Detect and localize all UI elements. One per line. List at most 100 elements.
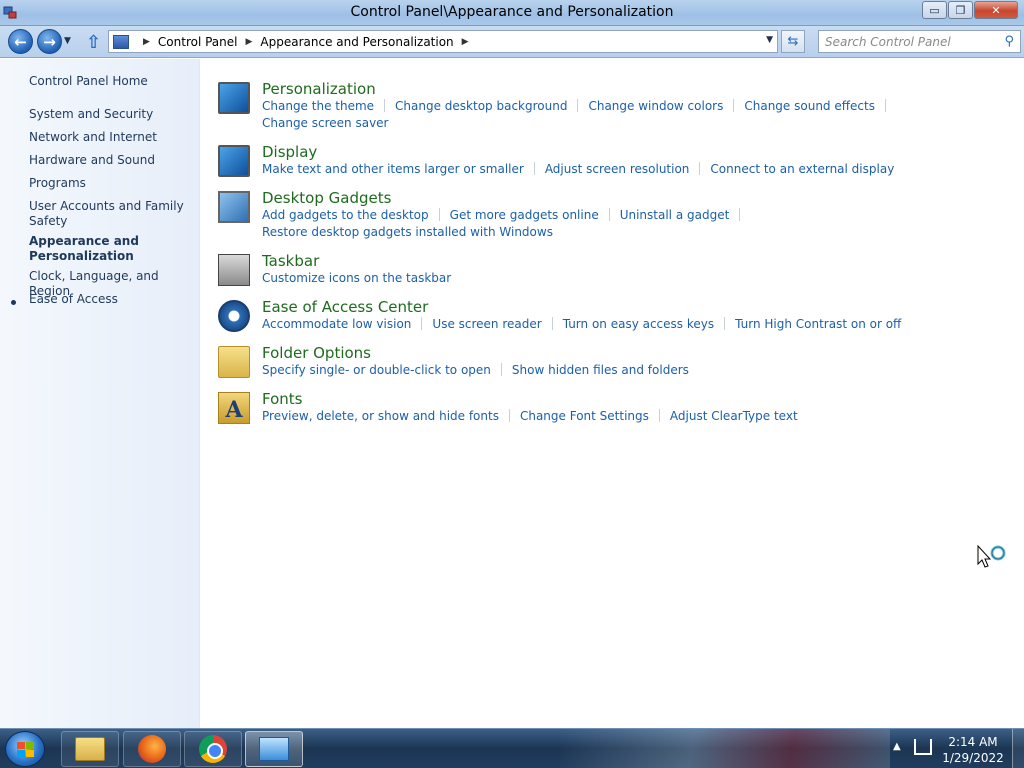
up-button[interactable]: ⇧ [86,32,101,53]
category-title[interactable]: Folder Options [262,344,371,362]
firefox-icon [138,735,166,763]
breadcrumb-appearance-and-personalization[interactable]: Appearance and Personalization [260,35,453,49]
refresh-button[interactable]: ⇆ [781,30,805,53]
breadcrumb-separator[interactable]: ▶ [246,37,253,47]
taskbar-control-panel[interactable] [245,731,303,767]
taskbar-chrome[interactable] [184,731,242,767]
windows-explorer-icon [75,737,105,761]
task-link-change-font-settings[interactable]: Change Font Settings [520,409,649,423]
windows-logo-icon [17,742,34,757]
link-separator [733,99,735,112]
nav-hardware-and-sound[interactable]: Hardware and Sound [29,153,194,168]
task-link-easy-access-keys[interactable]: Turn on easy access keys [563,317,714,331]
current-page-bullet [11,300,16,305]
task-link-text-size[interactable]: Make text and other items larger or smal… [262,162,524,176]
category-title[interactable]: Ease of Access Center [262,298,428,316]
maximize-button[interactable]: ❐ [948,1,973,19]
link-separator [551,317,553,330]
breadcrumb-separator[interactable]: ▶ [462,37,469,47]
close-button[interactable]: ✕ [974,1,1018,19]
show-desktop-button[interactable] [1012,729,1024,768]
task-link-show-hidden-files[interactable]: Show hidden files and folders [512,363,689,377]
task-links: Accommodate low vision Use screen reader T… [262,317,901,334]
nav-programs[interactable]: Programs [29,176,194,191]
link-separator [724,317,726,330]
link-separator [384,99,386,112]
nav-network-and-internet[interactable]: Network and Internet [29,130,194,145]
back-button[interactable]: ← [8,29,33,54]
category-title[interactable]: Personalization [262,80,376,98]
window-controls: ▭ ❐ ✕ [921,1,1018,19]
taskbar-firefox[interactable] [123,731,181,767]
task-link-restore-gadgets[interactable]: Restore desktop gadgets installed with W… [262,225,553,239]
recent-pages-dropdown[interactable]: ▼ [64,36,71,46]
taskbar: ▲ 2:14 AM 1/29/2022 [0,728,1024,768]
category-title[interactable]: Taskbar [262,252,319,270]
link-separator [739,208,741,221]
desktop-wallpaper-peek [560,729,890,768]
link-separator [421,317,423,330]
taskbar-icon[interactable] [218,254,250,286]
task-link-adjust-screen-resolution[interactable]: Adjust screen resolution [545,162,690,176]
task-link-customize-taskbar-icons[interactable]: Customize icons on the taskbar [262,271,451,285]
task-link-change-window-colors[interactable]: Change window colors [588,99,723,113]
nav-system-and-security[interactable]: System and Security [29,107,194,122]
nav-user-accounts-and-family-safety[interactable]: User Accounts and Family Safety [29,199,194,229]
clock-time: 2:14 AM [948,735,998,749]
search-input[interactable] [825,34,995,49]
minimize-button[interactable]: ▭ [922,1,947,19]
task-links: Make text and other items larger or smal… [262,162,894,179]
category-title[interactable]: Desktop Gadgets [262,189,391,207]
task-link-use-screen-reader[interactable]: Use screen reader [432,317,541,331]
link-separator [884,99,886,112]
start-button[interactable] [5,731,45,767]
task-links: Add gadgets to the desktop Get more gadge… [262,208,862,242]
folder-options-icon[interactable] [218,346,250,378]
busy-cursor-icon [977,545,1006,568]
link-separator [508,409,510,422]
address-toolbar: ← → ▼ ⇧ ▶ Control Panel ▶ Appearance and… [0,26,1024,58]
content-pane: Personalization Change the theme Change d… [201,59,1024,728]
network-icon[interactable] [914,739,932,755]
breadcrumb-separator[interactable]: ▶ [143,37,150,47]
task-link-high-contrast[interactable]: Turn High Contrast on or off [735,317,901,331]
system-clock[interactable]: 2:14 AM 1/29/2022 [938,734,1008,766]
display-icon[interactable] [218,145,250,177]
link-separator [658,409,660,422]
task-link-accommodate-low-vision[interactable]: Accommodate low vision [262,317,411,331]
desktop-gadgets-icon[interactable] [218,191,250,223]
category-title[interactable]: Display [262,143,317,161]
link-separator [500,363,502,376]
control-panel-icon [259,737,289,761]
show-hidden-icons-button[interactable]: ▲ [893,741,901,752]
forward-button[interactable]: → [37,29,62,54]
task-link-change-screen-saver[interactable]: Change screen saver [262,116,389,130]
taskbar-windows-explorer[interactable] [61,731,119,767]
control-panel-location-icon [113,34,129,49]
task-link-change-desktop-background[interactable]: Change desktop background [395,99,567,113]
task-links: Change the theme Change desktop backgroun… [262,99,886,133]
ease-of-access-icon[interactable] [218,300,250,332]
address-box[interactable]: ▶ Control Panel ▶ Appearance and Persona… [108,30,778,53]
search-icon[interactable]: ⚲ [1004,34,1014,49]
nav-ease-of-access[interactable]: Ease of Access [29,292,194,307]
category-title[interactable]: Fonts [262,390,302,408]
personalization-icon[interactable] [218,82,250,114]
breadcrumb-control-panel[interactable]: Control Panel [158,35,238,49]
task-link-change-sound-effects[interactable]: Change sound effects [744,99,875,113]
task-link-connect-external-display[interactable]: Connect to an external display [710,162,894,176]
clock-date: 1/29/2022 [942,751,1004,765]
task-link-change-theme[interactable]: Change the theme [262,99,374,113]
control-panel-home-link[interactable]: Control Panel Home [29,74,194,89]
task-link-uninstall-gadget[interactable]: Uninstall a gadget [620,208,730,222]
fonts-icon[interactable]: A [218,392,250,424]
task-link-add-gadgets[interactable]: Add gadgets to the desktop [262,208,429,222]
task-link-preview-fonts[interactable]: Preview, delete, or show and hide fonts [262,409,499,423]
link-separator [608,208,610,221]
search-box[interactable]: ⚲ [818,30,1021,53]
task-links: Preview, delete, or show and hide fonts C… [262,409,862,426]
task-link-get-more-gadgets[interactable]: Get more gadgets online [450,208,599,222]
address-dropdown-icon[interactable]: ▼ [766,35,773,45]
task-link-single-double-click[interactable]: Specify single- or double-click to open [262,363,491,377]
task-link-adjust-cleartype[interactable]: Adjust ClearType text [670,409,798,423]
